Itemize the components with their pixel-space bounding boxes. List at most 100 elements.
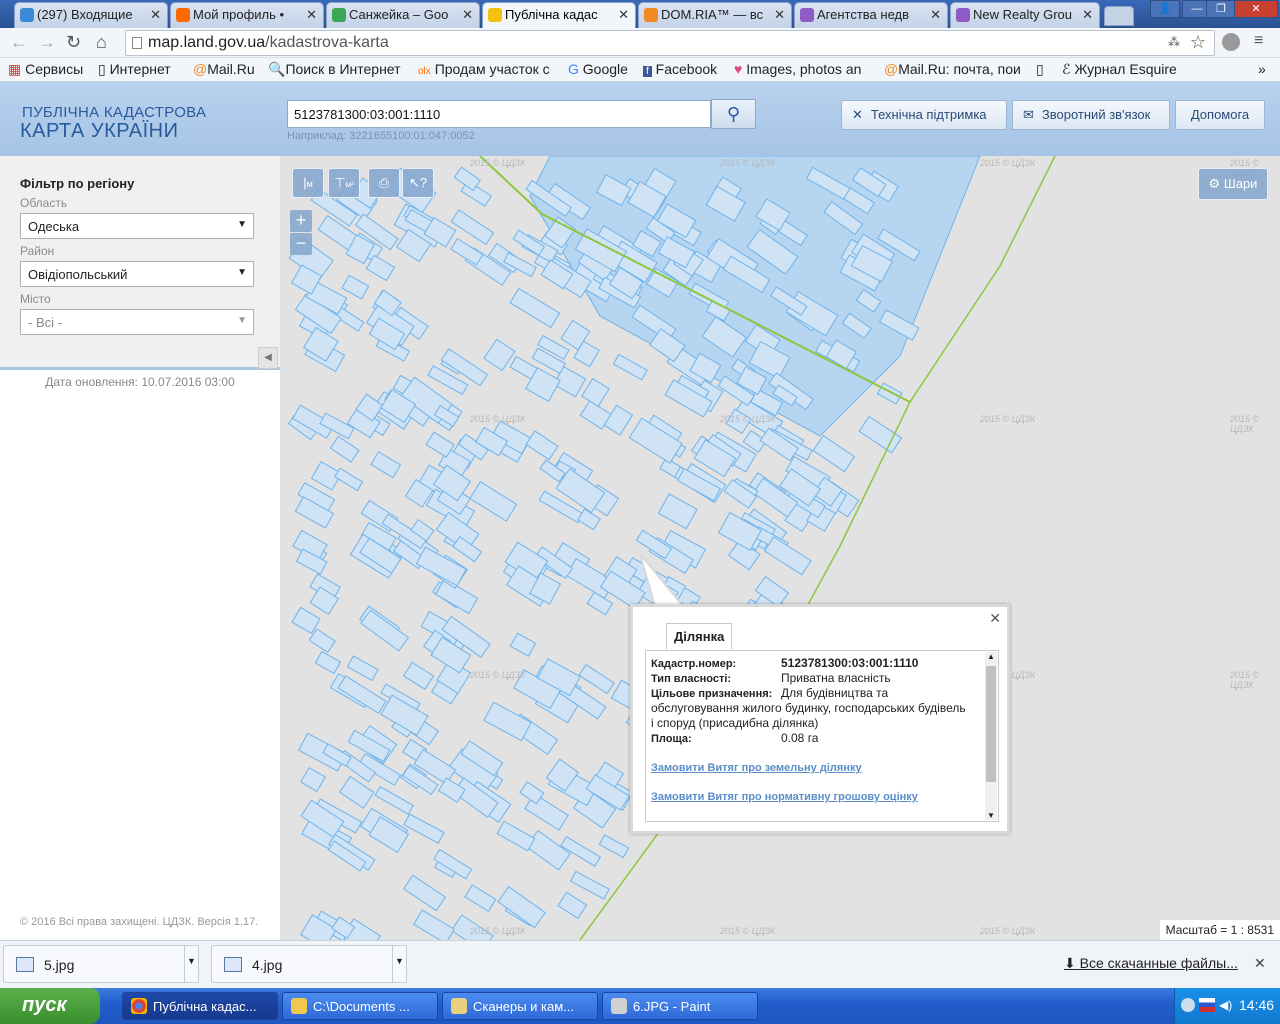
rayon-select[interactable]: Овідіопольський ▼: [20, 261, 254, 287]
land-parcel[interactable]: [469, 481, 518, 522]
close-downloads-icon[interactable]: ✕: [1254, 955, 1266, 972]
task-explorer[interactable]: C:\Documents ...: [282, 992, 438, 1020]
clock[interactable]: 14:46: [1239, 997, 1274, 1013]
tray-arrow-icon[interactable]: [1181, 998, 1195, 1012]
land-parcel[interactable]: [509, 287, 561, 329]
close-icon[interactable]: ✕: [930, 7, 941, 23]
speaker-icon[interactable]: ◀): [1219, 998, 1232, 1012]
order-parcel-extract-link[interactable]: Замовити Витяг про земельну ділянку: [651, 762, 862, 774]
land-parcel[interactable]: [557, 891, 588, 920]
translate-icon[interactable]: ⁂: [1168, 35, 1180, 49]
scroll-down-icon[interactable]: ▼: [985, 811, 997, 820]
land-parcel[interactable]: [329, 435, 360, 463]
layers-button[interactable]: ⚙ Шари: [1198, 168, 1268, 200]
search-button[interactable]: ⚲: [711, 99, 756, 129]
order-valuation-extract-link[interactable]: Замовити Витяг про нормативну грошову оц…: [651, 791, 918, 803]
land-parcel[interactable]: [370, 451, 402, 479]
land-parcel[interactable]: [657, 493, 698, 530]
window-close-button[interactable]: ✕: [1234, 0, 1278, 18]
land-parcel[interactable]: [509, 632, 537, 657]
bookmark-facebook[interactable]: f Facebook: [643, 61, 717, 77]
language-flag-icon[interactable]: [1199, 998, 1215, 1012]
help-button[interactable]: Допомога: [1175, 100, 1265, 130]
task-chrome[interactable]: Публічна кадас...: [122, 992, 278, 1020]
forward-icon[interactable]: →: [38, 32, 56, 53]
reload-icon[interactable]: ↻: [66, 32, 81, 53]
bookmark-mailru[interactable]: @Mail.Ru: [193, 61, 255, 77]
measure-area-button[interactable]: ⊤м²: [328, 168, 360, 198]
close-icon[interactable]: ✕: [462, 7, 473, 23]
land-parcel[interactable]: [334, 467, 364, 492]
bookmark-search[interactable]: 🔍Поиск в Интернет: [268, 61, 401, 78]
close-icon[interactable]: ✕: [618, 7, 629, 23]
menu-icon[interactable]: ≡: [1254, 32, 1263, 50]
land-parcel[interactable]: [483, 338, 516, 372]
tab-agencies[interactable]: Агентства недв ✕: [794, 2, 948, 28]
tab-domria[interactable]: DOM.RIA™ — вс ✕: [638, 2, 792, 28]
land-parcel[interactable]: [578, 663, 615, 695]
land-parcel[interactable]: [525, 829, 571, 871]
land-parcel[interactable]: [413, 909, 455, 940]
land-parcel[interactable]: [603, 404, 634, 436]
land-parcel[interactable]: [360, 609, 410, 652]
bookmark-internet[interactable]: ▯ Интернет: [98, 61, 171, 78]
chevron-down-icon[interactable]: ▼: [392, 946, 406, 982]
identify-button[interactable]: ↖?: [402, 168, 434, 198]
tab-cadastral-map[interactable]: Публічна кадас ✕: [482, 2, 636, 29]
bookmark-star-icon[interactable]: ☆: [1190, 32, 1206, 53]
start-button[interactable]: пуск: [0, 988, 100, 1024]
land-parcel[interactable]: [525, 430, 559, 461]
feedback-button[interactable]: ✉ Зворотний зв'язок: [1012, 100, 1170, 130]
land-parcel[interactable]: [300, 766, 326, 793]
land-parcel[interactable]: [403, 813, 445, 844]
extension-icon[interactable]: [1222, 33, 1240, 51]
bookmark-olx[interactable]: olx Продам участок с: [418, 61, 550, 77]
zoom-out-button[interactable]: −: [290, 233, 312, 255]
download-item[interactable]: 5.jpg ▼: [3, 945, 199, 983]
task-paint[interactable]: 6.JPG - Paint: [602, 992, 758, 1020]
tab-google-maps[interactable]: Санжейка – Goo ✕: [326, 2, 480, 28]
misto-select[interactable]: - Всі - ▼: [20, 309, 254, 335]
popup-scrollbar[interactable]: ▲ ▼: [985, 652, 997, 820]
address-bar[interactable]: map.land.gov.ua/kadastrova-karta ⁂ ☆: [125, 30, 1215, 56]
bookmark-esquire[interactable]: ℰ Журнал Esquire: [1062, 61, 1177, 78]
scroll-up-icon[interactable]: ▲: [985, 652, 997, 661]
home-icon[interactable]: ⌂: [96, 32, 107, 53]
land-parcel[interactable]: [612, 353, 648, 381]
bookmark-services[interactable]: ▦ Сервисы: [8, 61, 83, 78]
zoom-in-button[interactable]: +: [290, 210, 312, 232]
land-parcel[interactable]: [403, 874, 447, 912]
land-parcel[interactable]: [346, 655, 379, 682]
bookmark-google[interactable]: G Google: [568, 61, 628, 77]
maximize-button[interactable]: ❐: [1206, 0, 1236, 18]
land-parcel[interactable]: [497, 885, 546, 929]
close-icon[interactable]: ✕: [306, 7, 317, 23]
land-parcel[interactable]: [341, 274, 370, 300]
oblast-select[interactable]: Одеська ▼: [20, 213, 254, 239]
close-icon[interactable]: ✕: [1082, 7, 1093, 23]
tab-inbox[interactable]: (297) Входящие ✕: [14, 2, 168, 28]
bookmarks-overflow[interactable]: »: [1258, 61, 1266, 77]
land-parcel[interactable]: [858, 415, 903, 454]
logo-line1[interactable]: ПУБЛІЧНА КАДАСТРОВА: [22, 104, 206, 121]
bookmark-images[interactable]: ♥ Images, photos an: [734, 61, 861, 77]
bookmark-blank[interactable]: ▯: [1036, 61, 1044, 78]
tech-support-button[interactable]: ✕ Технічна підтримка: [841, 100, 1007, 130]
land-parcel[interactable]: [812, 434, 856, 473]
scrollbar-thumb[interactable]: [986, 666, 996, 782]
back-icon[interactable]: ←: [10, 32, 28, 53]
tab-olx-profile[interactable]: Мой профиль • ✕: [170, 2, 324, 28]
land-parcel[interactable]: [415, 546, 467, 587]
chevron-down-icon[interactable]: ▼: [184, 946, 198, 982]
new-tab-button[interactable]: [1104, 6, 1134, 26]
land-parcel[interactable]: [496, 820, 536, 852]
print-button[interactable]: ⎙: [368, 168, 400, 198]
close-icon[interactable]: ✕: [150, 7, 161, 23]
land-parcel[interactable]: [464, 884, 497, 912]
tab-parcel[interactable]: Ділянка: [666, 623, 733, 649]
land-parcel[interactable]: [374, 785, 414, 815]
download-item[interactable]: 4.jpg ▼: [211, 945, 407, 983]
close-popup-icon[interactable]: ✕: [989, 610, 1001, 627]
collapse-sidebar-button[interactable]: ◀: [258, 347, 278, 369]
task-scanners[interactable]: Сканеры и кам...: [442, 992, 598, 1020]
